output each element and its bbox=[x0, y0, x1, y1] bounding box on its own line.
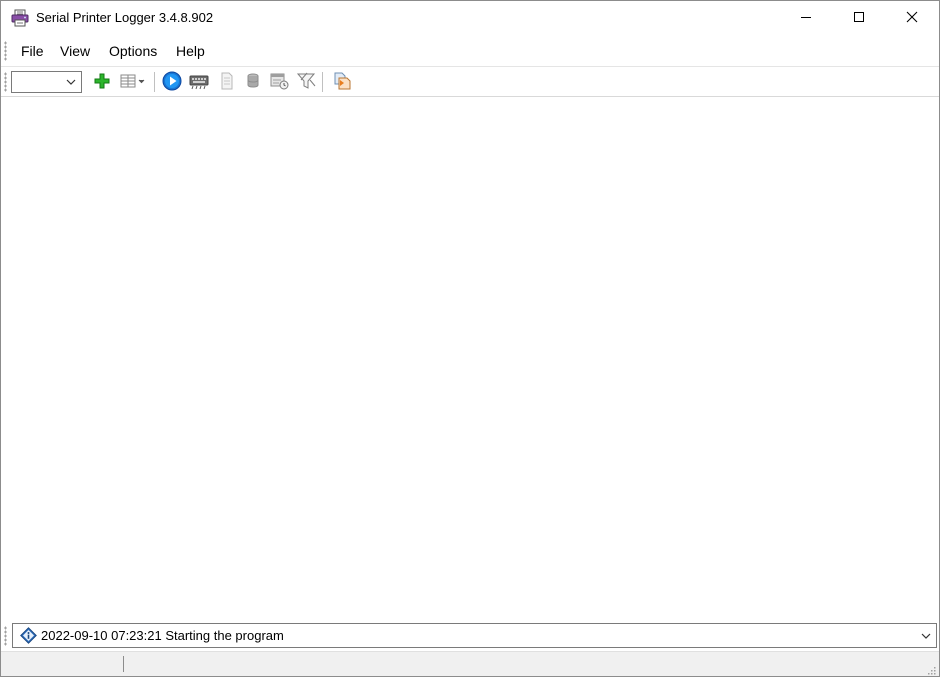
toolbar-grip[interactable] bbox=[4, 72, 7, 92]
menubar-grip[interactable] bbox=[4, 41, 7, 61]
title-bar[interactable]: Serial Printer Logger 3.4.8.902 bbox=[1, 1, 939, 35]
toolbar bbox=[1, 66, 939, 97]
resize-grip-icon[interactable] bbox=[926, 663, 936, 675]
toolbar-separator bbox=[322, 72, 323, 92]
status-panel-primary bbox=[3, 655, 123, 673]
schedule-icon bbox=[269, 72, 289, 93]
close-icon bbox=[906, 11, 918, 26]
menu-file[interactable]: File bbox=[21, 43, 44, 59]
status-panel-secondary bbox=[127, 655, 917, 673]
document-button[interactable] bbox=[216, 71, 238, 93]
columns-view-button[interactable] bbox=[118, 71, 148, 93]
database-button[interactable] bbox=[242, 71, 264, 93]
window-title: Serial Printer Logger 3.4.8.902 bbox=[36, 10, 214, 25]
columns-view-icon bbox=[119, 72, 147, 93]
maximize-icon bbox=[853, 11, 865, 26]
maximize-button[interactable] bbox=[836, 1, 882, 35]
log-latest-entry: 2022-09-10 07:23:21 Starting the program bbox=[41, 628, 284, 643]
app-window: Serial Printer Logger 3.4.8.902 File Vie… bbox=[0, 0, 940, 677]
export-icon bbox=[331, 71, 351, 94]
document-icon bbox=[219, 72, 235, 93]
minimize-icon bbox=[800, 11, 812, 26]
log-history-dropdown[interactable]: 2022-09-10 07:23:21 Starting the program bbox=[12, 623, 937, 648]
status-bar bbox=[1, 651, 939, 676]
logbar-grip[interactable] bbox=[4, 626, 7, 646]
port-select[interactable] bbox=[11, 71, 82, 93]
info-diamond-icon bbox=[20, 627, 37, 644]
filter-button[interactable] bbox=[295, 71, 317, 93]
keyboard-button[interactable] bbox=[188, 71, 210, 93]
chevron-down-icon bbox=[65, 76, 77, 88]
minimize-button[interactable] bbox=[783, 1, 829, 35]
close-button[interactable] bbox=[889, 1, 935, 35]
menu-options[interactable]: Options bbox=[109, 43, 157, 59]
schedule-button[interactable] bbox=[268, 71, 290, 93]
start-button[interactable] bbox=[161, 71, 183, 93]
toolbar-separator bbox=[154, 72, 155, 92]
chevron-down-icon bbox=[920, 630, 932, 642]
add-icon bbox=[93, 72, 111, 93]
menu-view[interactable]: View bbox=[60, 43, 90, 59]
start-icon bbox=[162, 71, 182, 94]
add-button[interactable] bbox=[91, 71, 113, 93]
printer-logger-app-icon bbox=[11, 9, 29, 27]
menu-help[interactable]: Help bbox=[176, 43, 205, 59]
status-panel-divider bbox=[123, 656, 124, 672]
database-icon bbox=[245, 72, 261, 93]
filter-icon bbox=[296, 71, 316, 94]
main-content-area[interactable] bbox=[1, 97, 939, 621]
menu-bar: File View Options Help bbox=[1, 37, 939, 65]
keyboard-icon bbox=[189, 72, 209, 93]
log-bar: 2022-09-10 07:23:21 Starting the program bbox=[1, 622, 939, 650]
export-button[interactable] bbox=[330, 71, 352, 93]
